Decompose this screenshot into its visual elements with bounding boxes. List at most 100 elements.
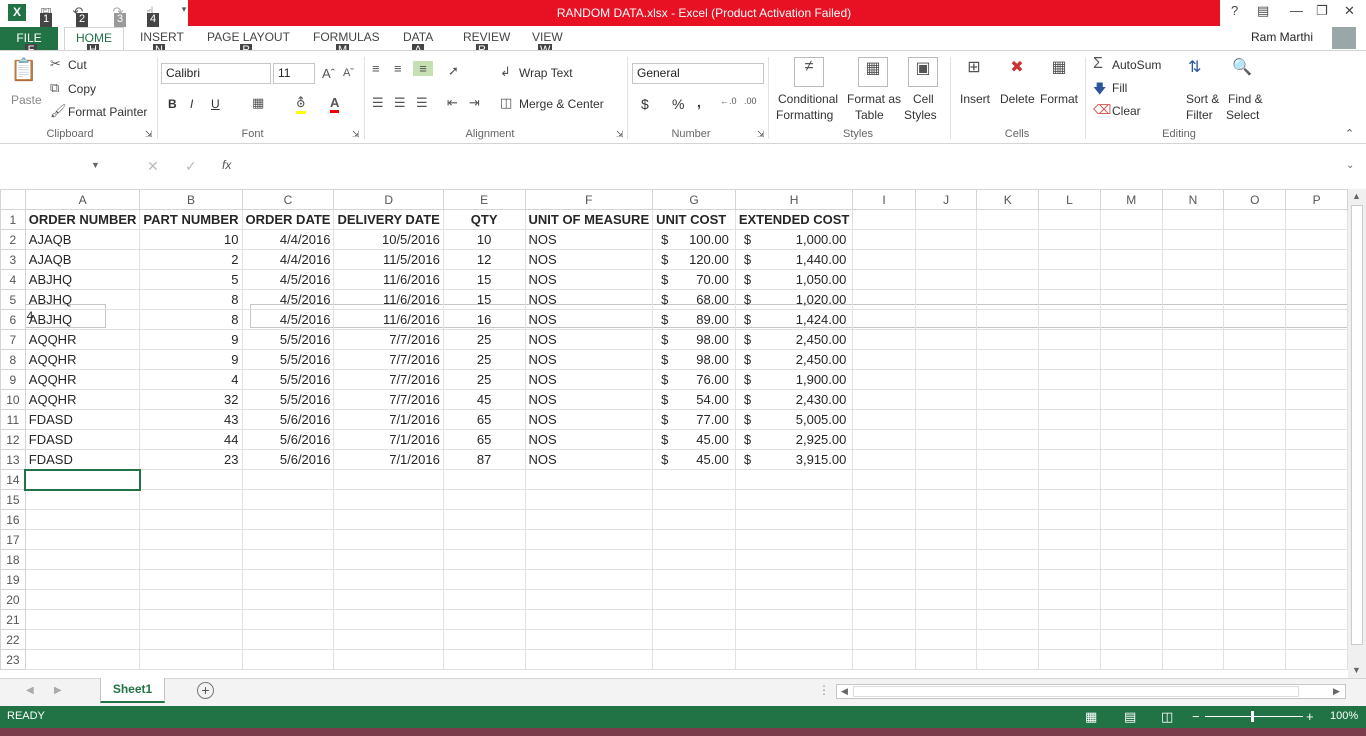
cell[interactable] <box>652 529 736 550</box>
cell[interactable]: 5/5/2016 <box>241 329 335 350</box>
cell[interactable]: 5/6/2016 <box>241 449 335 470</box>
cell[interactable] <box>1099 629 1163 650</box>
cell[interactable]: 7/7/2016 <box>333 389 444 410</box>
horizontal-scrollbar[interactable]: ◀ ▶ <box>836 684 1346 699</box>
cell[interactable] <box>914 429 978 450</box>
cell[interactable] <box>1099 449 1163 470</box>
cell[interactable]: 25 <box>442 329 526 350</box>
cell[interactable]: NOS <box>524 289 654 310</box>
row-header[interactable]: 3 <box>0 249 26 270</box>
cell[interactable] <box>914 369 978 390</box>
column-header[interactable]: F <box>524 189 654 210</box>
align-left-icon[interactable]: ☰ <box>372 95 384 111</box>
restore-icon[interactable]: ❐ <box>1316 3 1328 19</box>
increase-decimal-icon[interactable]: ←.0 <box>720 96 737 106</box>
bottom-align-icon[interactable]: ≡ <box>413 61 433 76</box>
middle-align-icon[interactable]: ≡ <box>394 61 402 76</box>
cell[interactable]: 7/1/2016 <box>333 409 444 430</box>
collapse-ribbon-icon[interactable]: ⌃ <box>1345 127 1354 140</box>
cell[interactable] <box>914 389 978 410</box>
cell[interactable] <box>652 549 736 570</box>
cell[interactable]: NOS <box>524 349 654 370</box>
cell[interactable] <box>976 389 1040 410</box>
cell[interactable] <box>914 469 978 490</box>
orientation-icon[interactable]: ➚ <box>448 63 459 79</box>
cell[interactable] <box>1038 589 1101 610</box>
insert-cells-icon[interactable]: ⊞ <box>960 57 988 85</box>
cell-styles-button[interactable]: Cell <box>913 92 934 106</box>
cell[interactable] <box>976 649 1040 670</box>
cell[interactable] <box>1223 209 1287 230</box>
cell[interactable] <box>1285 209 1348 230</box>
sort-filter-button[interactable]: Sort & <box>1186 92 1219 106</box>
cell[interactable]: 32 <box>139 389 243 410</box>
cell[interactable] <box>1223 409 1287 430</box>
cell[interactable] <box>1038 249 1101 270</box>
cell[interactable]: 4/4/2016 <box>241 229 335 250</box>
conditional-formatting-icon[interactable]: ≠ <box>794 57 824 87</box>
cell[interactable] <box>442 629 526 650</box>
cell[interactable] <box>976 229 1040 250</box>
cell[interactable] <box>241 629 335 650</box>
cell[interactable] <box>734 569 854 590</box>
cell[interactable] <box>852 209 916 230</box>
cell[interactable] <box>1099 249 1163 270</box>
find-select-button[interactable]: Find & <box>1228 92 1263 106</box>
cell[interactable]: $2,450.00 <box>734 329 854 350</box>
column-header[interactable]: M <box>1099 189 1163 210</box>
row-header[interactable]: 16 <box>0 509 26 530</box>
cell[interactable] <box>976 629 1040 650</box>
cell[interactable] <box>734 609 854 630</box>
cell[interactable]: 15 <box>442 269 526 290</box>
cell[interactable]: 87 <box>442 449 526 470</box>
cell[interactable] <box>1161 589 1225 610</box>
cell[interactable] <box>1161 449 1225 470</box>
cell[interactable] <box>1223 429 1287 450</box>
cell[interactable] <box>852 289 916 310</box>
cell[interactable] <box>1099 409 1163 430</box>
cell[interactable]: $1,050.00 <box>734 269 854 290</box>
zoom-level[interactable]: 100% <box>1330 710 1358 722</box>
expand-formula-icon[interactable]: ⌄ <box>1346 160 1354 171</box>
align-right-icon[interactable]: ☰ <box>416 95 428 111</box>
cell[interactable]: 25 <box>442 349 526 370</box>
fill-icon[interactable]: 🡇 <box>1093 80 1106 102</box>
cell[interactable]: $77.00 <box>652 409 736 430</box>
cell[interactable]: $1,900.00 <box>734 369 854 390</box>
cell[interactable]: $2,925.00 <box>734 429 854 450</box>
cell[interactable]: 4/5/2016 <box>241 269 335 290</box>
cell[interactable] <box>1161 249 1225 270</box>
cell[interactable]: 5/5/2016 <box>241 349 335 370</box>
cell[interactable] <box>333 489 444 510</box>
cell[interactable] <box>976 609 1040 630</box>
fill-button[interactable]: Fill <box>1112 81 1127 95</box>
cell[interactable]: UNIT OF MEASURE <box>524 209 654 230</box>
cell[interactable]: 5/5/2016 <box>241 389 335 410</box>
cell[interactable]: AJAQB <box>24 229 141 250</box>
cell[interactable] <box>1285 269 1348 290</box>
scroll-thumb[interactable] <box>1351 205 1363 645</box>
autosum-button[interactable]: AutoSum <box>1112 58 1161 72</box>
cell[interactable] <box>139 509 243 530</box>
cell[interactable] <box>1099 429 1163 450</box>
paste-button[interactable]: Paste <box>11 93 42 107</box>
cell[interactable] <box>24 489 141 510</box>
cell[interactable]: $45.00 <box>652 449 736 470</box>
cell[interactable] <box>24 529 141 550</box>
tab-view[interactable]: VIEW <box>532 30 563 44</box>
cell[interactable]: AQQHR <box>24 369 141 390</box>
cell[interactable] <box>24 509 141 530</box>
cell[interactable]: 8 <box>139 309 243 330</box>
scroll-down-icon[interactable]: ▼ <box>1352 665 1361 675</box>
cell[interactable]: 44 <box>139 429 243 450</box>
cell[interactable] <box>976 289 1040 310</box>
cell[interactable] <box>1223 249 1287 270</box>
cell[interactable] <box>976 269 1040 290</box>
cell[interactable] <box>852 649 916 670</box>
format-cells-icon[interactable]: ▦ <box>1045 57 1073 85</box>
cell[interactable] <box>1038 389 1101 410</box>
cell[interactable] <box>241 489 335 510</box>
cell[interactable]: UNIT COST <box>652 209 736 230</box>
row-header[interactable]: 5 <box>0 289 26 310</box>
cell[interactable] <box>1285 349 1348 370</box>
